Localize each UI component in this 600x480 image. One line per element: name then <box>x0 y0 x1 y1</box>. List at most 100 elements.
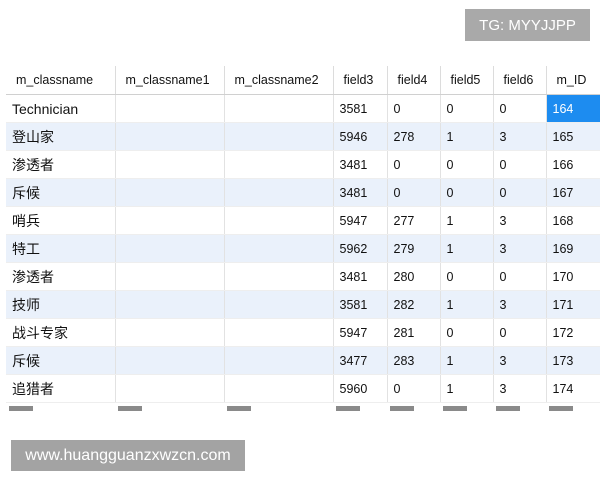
table-row[interactable]: 哨兵 5947 277 1 3 168 <box>6 206 600 235</box>
cell-field4[interactable]: 279 <box>387 234 441 263</box>
cell-m-classname1[interactable] <box>115 374 225 403</box>
cell-field3[interactable]: 3477 <box>333 346 388 375</box>
cell-field3[interactable]: 3481 <box>333 262 388 291</box>
column-header-field6[interactable]: field6 <box>493 66 547 95</box>
cell-field4[interactable]: 0 <box>387 94 441 123</box>
cell-field3[interactable]: 3481 <box>333 178 388 207</box>
cell-field4[interactable]: 0 <box>387 374 441 403</box>
cell-field4[interactable]: 282 <box>387 290 441 319</box>
cell-m-id[interactable]: 174 <box>546 374 600 403</box>
cell-m-classname[interactable]: 斥候 <box>6 346 116 375</box>
cell-m-classname1[interactable] <box>115 234 225 263</box>
cell-field4[interactable]: 281 <box>387 318 441 347</box>
cell-m-classname[interactable]: 战斗专家 <box>6 318 116 347</box>
cell-m-classname1[interactable] <box>115 318 225 347</box>
cell-m-classname[interactable]: 渗透者 <box>6 150 116 179</box>
cell-m-classname1[interactable] <box>115 262 225 291</box>
cell-field6[interactable]: 3 <box>493 290 547 319</box>
cell-m-classname2[interactable] <box>224 94 334 123</box>
column-header-field3[interactable]: field3 <box>333 66 388 95</box>
cell-field6[interactable]: 0 <box>493 262 547 291</box>
table-row[interactable]: 技师 3581 282 1 3 171 <box>6 290 600 319</box>
cell-field4[interactable]: 280 <box>387 262 441 291</box>
cell-m-classname2[interactable] <box>224 290 334 319</box>
cell-field6[interactable]: 0 <box>493 178 547 207</box>
cell-field5[interactable]: 0 <box>440 150 494 179</box>
cell-m-classname2[interactable] <box>224 178 334 207</box>
column-header-m-classname[interactable]: m_classname <box>6 66 116 95</box>
cell-field3[interactable]: 5947 <box>333 318 388 347</box>
cell-field4[interactable]: 0 <box>387 150 441 179</box>
cell-field5[interactable]: 1 <box>440 122 494 151</box>
cell-field6[interactable]: 3 <box>493 234 547 263</box>
cell-field6[interactable]: 3 <box>493 122 547 151</box>
cell-m-id[interactable]: 165 <box>546 122 600 151</box>
cell-m-classname1[interactable] <box>115 94 225 123</box>
cell-field3[interactable]: 5946 <box>333 122 388 151</box>
column-header-m-classname1[interactable]: m_classname1 <box>115 66 225 95</box>
cell-m-classname1[interactable] <box>115 150 225 179</box>
cell-m-classname2[interactable] <box>224 234 334 263</box>
cell-field4[interactable]: 0 <box>387 178 441 207</box>
table-row[interactable]: 登山家 5946 278 1 3 165 <box>6 122 600 151</box>
table-row[interactable]: 追猎者 5960 0 1 3 174 <box>6 374 600 403</box>
cell-m-id[interactable]: 167 <box>546 178 600 207</box>
cell-field5[interactable]: 0 <box>440 94 494 123</box>
cell-m-id[interactable]: 169 <box>546 234 600 263</box>
cell-m-classname1[interactable] <box>115 206 225 235</box>
cell-field5[interactable]: 0 <box>440 262 494 291</box>
cell-field6[interactable]: 0 <box>493 150 547 179</box>
cell-m-classname2[interactable] <box>224 206 334 235</box>
cell-m-classname2[interactable] <box>224 346 334 375</box>
cell-m-classname[interactable]: 特工 <box>6 234 116 263</box>
cell-m-classname1[interactable] <box>115 290 225 319</box>
result-grid[interactable]: m_classname m_classname1 m_classname2 fi… <box>6 66 600 412</box>
column-header-m-id[interactable]: m_ID <box>546 66 600 95</box>
table-row[interactable]: 渗透者 3481 0 0 0 166 <box>6 150 600 179</box>
cell-m-id[interactable]: 166 <box>546 150 600 179</box>
column-header-field4[interactable]: field4 <box>387 66 441 95</box>
cell-m-classname2[interactable] <box>224 318 334 347</box>
cell-field3[interactable]: 3481 <box>333 150 388 179</box>
cell-field4[interactable]: 278 <box>387 122 441 151</box>
cell-field6[interactable]: 0 <box>493 94 547 123</box>
cell-field6[interactable]: 3 <box>493 374 547 403</box>
table-row[interactable]: 斥候 3481 0 0 0 167 <box>6 178 600 207</box>
cell-m-classname[interactable]: 追猎者 <box>6 374 116 403</box>
cell-field6[interactable]: 3 <box>493 346 547 375</box>
cell-field5[interactable]: 0 <box>440 318 494 347</box>
cell-field5[interactable]: 1 <box>440 374 494 403</box>
cell-field3[interactable]: 5962 <box>333 234 388 263</box>
table-row[interactable]: 战斗专家 5947 281 0 0 172 <box>6 318 600 347</box>
cell-field3[interactable]: 3581 <box>333 290 388 319</box>
cell-field6[interactable]: 0 <box>493 318 547 347</box>
cell-field3[interactable]: 3581 <box>333 94 388 123</box>
cell-m-id[interactable]: 170 <box>546 262 600 291</box>
column-header-field5[interactable]: field5 <box>440 66 494 95</box>
cell-field4[interactable]: 277 <box>387 206 441 235</box>
cell-field5[interactable]: 1 <box>440 346 494 375</box>
cell-m-id[interactable]: 168 <box>546 206 600 235</box>
cell-field5[interactable]: 1 <box>440 206 494 235</box>
cell-m-id[interactable]: 173 <box>546 346 600 375</box>
cell-m-classname[interactable]: Technician <box>6 94 116 123</box>
table-row[interactable]: 斥候 3477 283 1 3 173 <box>6 346 600 375</box>
cell-m-classname1[interactable] <box>115 122 225 151</box>
cell-field5[interactable]: 0 <box>440 178 494 207</box>
cell-m-id[interactable]: 164 <box>546 94 600 123</box>
cell-m-classname2[interactable] <box>224 150 334 179</box>
table-row[interactable]: 特工 5962 279 1 3 169 <box>6 234 600 263</box>
table-row[interactable]: 渗透者 3481 280 0 0 170 <box>6 262 600 291</box>
cell-m-classname1[interactable] <box>115 178 225 207</box>
cell-m-classname[interactable]: 技师 <box>6 290 116 319</box>
column-header-m-classname2[interactable]: m_classname2 <box>224 66 334 95</box>
table-row[interactable]: Technician 3581 0 0 0 164 <box>6 94 600 123</box>
cell-m-classname[interactable]: 登山家 <box>6 122 116 151</box>
cell-m-id[interactable]: 171 <box>546 290 600 319</box>
cell-field5[interactable]: 1 <box>440 290 494 319</box>
cell-field5[interactable]: 1 <box>440 234 494 263</box>
cell-field3[interactable]: 5960 <box>333 374 388 403</box>
cell-field4[interactable]: 283 <box>387 346 441 375</box>
cell-m-classname[interactable]: 哨兵 <box>6 206 116 235</box>
cell-field3[interactable]: 5947 <box>333 206 388 235</box>
